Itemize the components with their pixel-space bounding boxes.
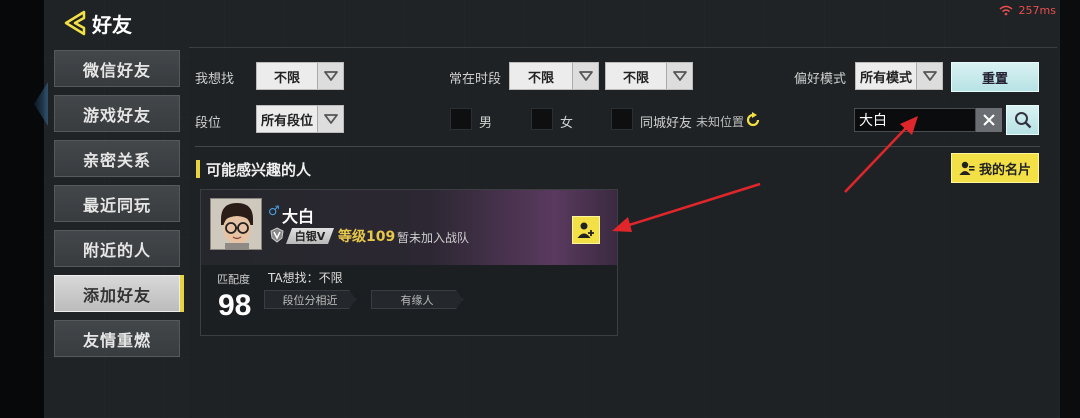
match-score: 98 bbox=[218, 289, 252, 322]
preferred-mode-label: 偏好模式 bbox=[794, 72, 847, 87]
my-card-label: 我的名片 bbox=[978, 162, 1031, 178]
close-icon bbox=[983, 114, 995, 126]
friend-name: 大白 bbox=[282, 207, 315, 226]
want-label: 我想找 bbox=[195, 72, 235, 87]
page-title: 好友 bbox=[92, 12, 132, 37]
search-input[interactable] bbox=[854, 108, 976, 132]
rank-shield-icon bbox=[269, 227, 285, 243]
network-status: 257ms bbox=[999, 4, 1056, 17]
level-text: 等级109 bbox=[338, 229, 396, 245]
search-button[interactable] bbox=[1006, 105, 1039, 135]
filter-divider bbox=[195, 146, 1040, 147]
rank-dropdown[interactable]: 所有段位 bbox=[256, 105, 344, 133]
friend-card[interactable] bbox=[200, 189, 618, 336]
location-status: 未知位置 bbox=[696, 115, 745, 129]
active-time-end-value: 不限 bbox=[622, 70, 649, 86]
section-title: 可能感兴趣的人 bbox=[196, 158, 311, 180]
male-label: 男 bbox=[479, 116, 493, 131]
my-card-button[interactable]: 我的名片 bbox=[951, 153, 1039, 183]
male-checkbox[interactable] bbox=[450, 108, 472, 130]
active-time-label: 常在时段 bbox=[449, 72, 502, 87]
same-city-checkbox[interactable] bbox=[611, 108, 633, 130]
clear-search-button[interactable] bbox=[976, 108, 1002, 132]
right-bezel bbox=[1060, 0, 1080, 418]
female-label: 女 bbox=[560, 116, 574, 131]
reset-button[interactable]: 重置 bbox=[951, 62, 1039, 92]
user-card-icon bbox=[959, 161, 975, 175]
chevron-down-icon bbox=[317, 106, 343, 132]
tag-similar-rank: 段位分相近 bbox=[264, 290, 356, 309]
want-dropdown-value: 不限 bbox=[273, 70, 300, 86]
wifi-icon bbox=[999, 5, 1013, 16]
add-friend-button[interactable] bbox=[572, 216, 600, 244]
screen: 好友 257ms 微信好友 游戏好友 亲密关系 最近同玩 附近的人 添加好友 友… bbox=[0, 0, 1080, 418]
sidebar: 微信好友 游戏好友 亲密关系 最近同玩 附近的人 添加好友 友情重燃 bbox=[54, 50, 182, 365]
ping-text: 257ms bbox=[1018, 4, 1056, 17]
friend-wants: TA想找：不限 bbox=[268, 271, 343, 285]
tag-destined-person: 有缘人 bbox=[371, 290, 463, 309]
sidebar-item-rekindle-friendship[interactable]: 友情重燃 bbox=[54, 320, 180, 357]
sidebar-item-nearby-people[interactable]: 附近的人 bbox=[54, 230, 180, 267]
rank-label: 段位 bbox=[195, 116, 222, 131]
avatar[interactable] bbox=[210, 198, 262, 250]
search-icon bbox=[1014, 112, 1031, 129]
sidebar-item-game-friends[interactable]: 游戏好友 bbox=[54, 95, 180, 132]
team-status: 暂未加入战队 bbox=[397, 231, 470, 245]
male-icon: ♂ bbox=[268, 204, 280, 219]
same-city-label: 同城好友 bbox=[640, 116, 693, 131]
sidebar-item-recent-players[interactable]: 最近同玩 bbox=[54, 185, 180, 222]
section-title-text: 可能感兴趣的人 bbox=[206, 160, 312, 179]
chevron-down-icon bbox=[666, 63, 692, 89]
left-bezel bbox=[0, 0, 44, 418]
active-time-start-value: 不限 bbox=[527, 70, 554, 86]
want-dropdown[interactable]: 不限 bbox=[256, 62, 344, 90]
preferred-mode-dropdown[interactable]: 所有模式 bbox=[855, 62, 943, 90]
active-time-start-dropdown[interactable]: 不限 bbox=[509, 62, 599, 90]
add-user-icon bbox=[577, 222, 594, 238]
back-arrow-icon[interactable] bbox=[62, 9, 90, 37]
friend-card-header bbox=[201, 190, 617, 265]
active-time-end-dropdown[interactable]: 不限 bbox=[605, 62, 693, 90]
chevron-down-icon bbox=[916, 63, 942, 89]
match-label: 匹配度 bbox=[217, 273, 250, 286]
section-marker bbox=[196, 160, 200, 178]
chevron-down-icon bbox=[317, 63, 343, 89]
female-checkbox[interactable] bbox=[531, 108, 553, 130]
header: 好友 bbox=[62, 6, 132, 40]
sidebar-item-close-relations[interactable]: 亲密关系 bbox=[54, 140, 180, 177]
sidebar-item-add-friend[interactable]: 添加好友 bbox=[54, 275, 180, 312]
preferred-mode-value: 所有模式 bbox=[859, 70, 912, 86]
chevron-down-icon bbox=[572, 63, 598, 89]
refresh-location-icon[interactable] bbox=[745, 112, 761, 128]
rank-dropdown-value: 所有段位 bbox=[260, 113, 313, 129]
sidebar-item-wechat-friends[interactable]: 微信好友 bbox=[54, 50, 180, 87]
rank-badge: 白银Ⅴ bbox=[286, 228, 334, 244]
